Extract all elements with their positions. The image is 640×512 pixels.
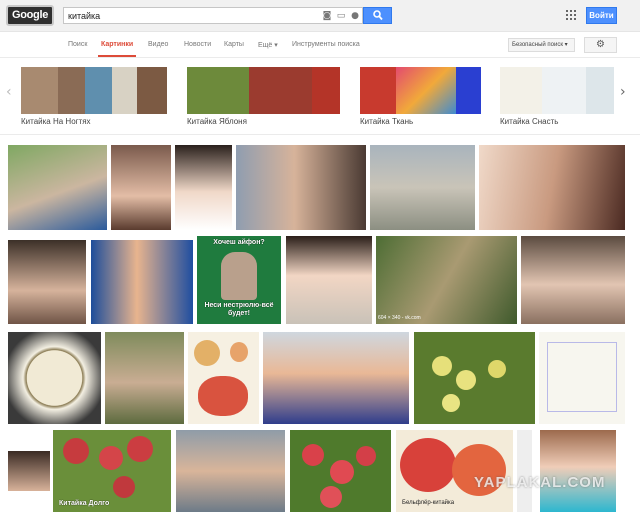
tab-video[interactable]: Видео — [148, 41, 168, 48]
related-label-tackle[interactable]: Китайка Снасть — [500, 117, 558, 126]
image-result[interactable] — [8, 332, 101, 424]
image-result[interactable] — [188, 332, 259, 424]
image-result[interactable] — [370, 145, 475, 230]
chevron-left-icon[interactable]: ‹ — [6, 84, 12, 100]
tab-search-tools[interactable]: Инструменты поиска — [292, 41, 360, 48]
meme-top-text: Хочеш айфон? — [213, 239, 265, 246]
apps-grid-icon[interactable] — [566, 10, 576, 20]
image-size-label: 604 × 340 - vk.com — [378, 315, 421, 321]
image-result[interactable] — [414, 332, 535, 424]
microphone-icon[interactable]: ● — [350, 11, 360, 21]
active-tab-indicator — [98, 55, 136, 57]
search-input[interactable] — [68, 9, 318, 23]
image-result[interactable] — [290, 430, 391, 512]
meme-image-result[interactable]: Хочеш айфон? Неси нестрюлю-всё будет! — [197, 236, 281, 324]
image-result[interactable] — [517, 430, 532, 512]
related-label-fabric[interactable]: Китайка Ткань — [360, 117, 413, 126]
image-result[interactable] — [105, 332, 184, 424]
watermark: YAPLAKAL.COM — [474, 474, 606, 491]
search-button[interactable] — [363, 7, 392, 24]
login-button[interactable]: Войти — [586, 7, 617, 24]
google-logo[interactable]: Google — [6, 5, 54, 26]
search-box[interactable]: ◙ ▭ ● — [63, 7, 363, 24]
keyboard-icon[interactable]: ▭ — [336, 11, 346, 21]
divider — [0, 134, 640, 135]
gear-icon[interactable]: ⚙ — [584, 37, 617, 53]
image-result[interactable]: Бельфлёр-китайка — [396, 430, 513, 512]
image-result[interactable] — [540, 430, 616, 512]
image-result[interactable] — [8, 240, 86, 324]
image-result[interactable]: Китайка Долго — [53, 430, 171, 512]
image-result[interactable] — [286, 236, 372, 324]
image-result[interactable] — [539, 332, 625, 424]
image-result[interactable] — [263, 332, 409, 424]
chevron-right-icon[interactable]: › — [620, 84, 626, 100]
top-bar: Google ◙ ▭ ● Войти — [0, 0, 640, 32]
image-result[interactable] — [479, 145, 625, 230]
image-caption: Бельфлёр-китайка — [402, 500, 455, 506]
meme-face — [221, 252, 257, 300]
related-thumbs-nails[interactable] — [21, 67, 167, 114]
related-label-apple-tree[interactable]: Китайка Яблоня — [187, 117, 247, 126]
tab-more[interactable]: Ещё ▾ — [258, 41, 278, 49]
search-tabs: Поиск Картинки Видео Новости Карты Ещё ▾… — [0, 32, 640, 58]
image-result[interactable] — [236, 145, 366, 230]
image-result[interactable] — [521, 236, 625, 324]
image-caption: Китайка Долго — [59, 500, 110, 507]
tab-maps[interactable]: Карты — [224, 41, 244, 48]
tab-search[interactable]: Поиск — [68, 41, 87, 48]
related-thumbs-apple-tree[interactable] — [187, 67, 340, 114]
meme-bottom-text: Неси нестрюлю-всё будет! — [204, 302, 274, 317]
image-result[interactable] — [8, 145, 107, 230]
camera-icon[interactable]: ◙ — [322, 11, 332, 21]
image-result[interactable] — [175, 145, 232, 230]
image-result[interactable] — [91, 240, 193, 324]
image-result[interactable] — [111, 145, 171, 230]
image-result[interactable] — [376, 236, 517, 324]
tab-news[interactable]: Новости — [184, 41, 211, 48]
image-result[interactable] — [8, 451, 50, 491]
search-icon — [373, 10, 383, 21]
related-thumbs-fabric[interactable] — [360, 67, 481, 114]
safe-search-dropdown[interactable]: Безопасный поиск ▾ — [508, 38, 575, 52]
related-thumbs-tackle[interactable] — [500, 67, 614, 114]
related-label-nails[interactable]: Китайка На Ногтях — [21, 117, 91, 126]
image-result[interactable] — [176, 430, 285, 512]
tab-images[interactable]: Картинки — [101, 41, 133, 48]
